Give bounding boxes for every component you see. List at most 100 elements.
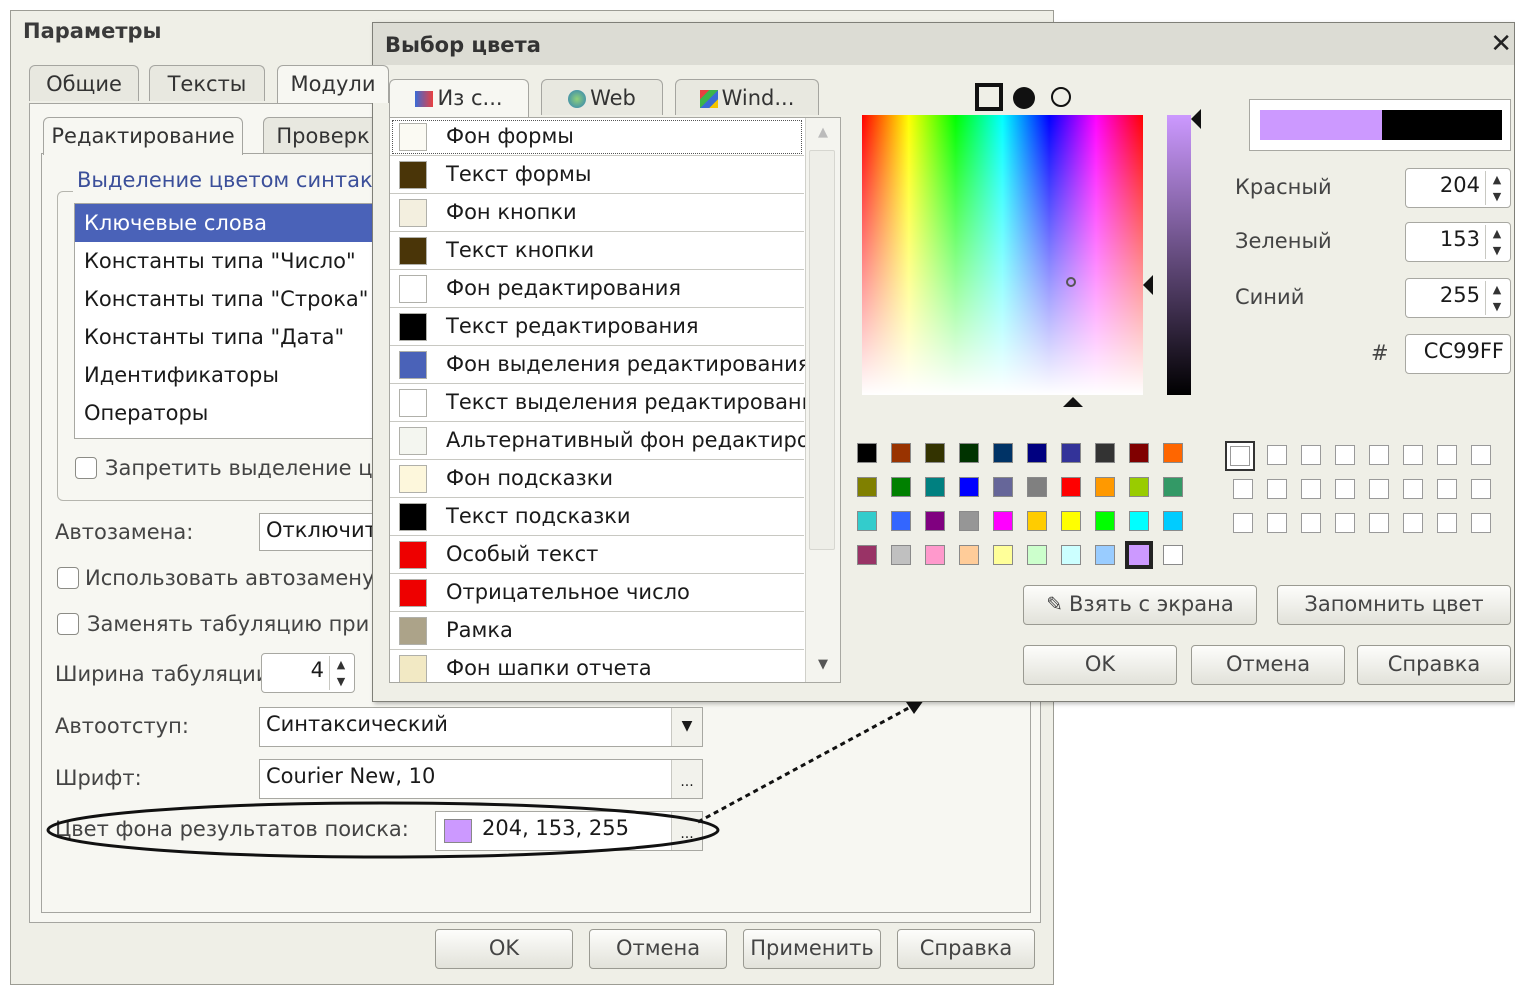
list-item[interactable]: Текст выделения редактирования <box>390 384 828 422</box>
palette-swatch[interactable] <box>1027 477 1047 497</box>
list-item[interactable]: Рамка <box>390 612 804 650</box>
palette-swatch[interactable] <box>959 443 979 463</box>
scroll-down-icon[interactable]: ▼ <box>806 650 840 680</box>
palette-swatch[interactable] <box>1095 443 1115 463</box>
tab-modules[interactable]: Модули <box>277 65 389 103</box>
custom-color-slot[interactable] <box>1403 445 1423 465</box>
square-mode-icon[interactable] <box>975 83 1003 111</box>
palette-swatch[interactable] <box>1163 545 1183 565</box>
spectrum-right-marker-icon[interactable] <box>1143 275 1153 295</box>
custom-color-slot[interactable] <box>1301 513 1321 533</box>
scroll-thumb[interactable] <box>809 150 835 550</box>
palette-swatch-selected[interactable] <box>1125 541 1153 569</box>
custom-color-slot[interactable] <box>1301 445 1321 465</box>
palette-swatch[interactable] <box>959 511 979 531</box>
style-color-list[interactable]: Фон формы Текст формы Фон кнопки Текст к… <box>389 117 841 683</box>
custom-color-slot[interactable] <box>1403 513 1423 533</box>
palette-swatch[interactable] <box>1061 545 1081 565</box>
list-item[interactable]: Фон кнопки <box>390 194 804 232</box>
blue-stepper[interactable]: 255 ▲ ▼ <box>1405 278 1511 318</box>
custom-color-slot[interactable] <box>1471 445 1491 465</box>
custom-color-slot[interactable] <box>1335 445 1355 465</box>
palette-swatch[interactable] <box>1163 443 1183 463</box>
scroll-up-icon[interactable]: ▲ <box>806 118 840 148</box>
palette-swatch[interactable] <box>1095 477 1115 497</box>
custom-color-slot[interactable] <box>1335 513 1355 533</box>
spin-arrows-icon[interactable]: ▲ ▼ <box>1485 225 1508 259</box>
color-help-button[interactable]: Справка <box>1357 645 1511 685</box>
custom-color-slot[interactable] <box>1403 479 1423 499</box>
palette-swatch[interactable] <box>1129 477 1149 497</box>
palette-swatch[interactable] <box>1061 477 1081 497</box>
palette-swatch[interactable] <box>1061 443 1081 463</box>
palette-swatch[interactable] <box>925 443 945 463</box>
custom-color-slot[interactable] <box>1437 445 1457 465</box>
custom-color-slot[interactable] <box>1471 513 1491 533</box>
list-item[interactable]: Фон формы <box>390 118 804 156</box>
hex-input[interactable]: CC99FF <box>1405 334 1511 374</box>
list-item[interactable]: Отрицательное число <box>390 574 804 612</box>
palette-swatch[interactable] <box>891 511 911 531</box>
palette-swatch[interactable] <box>857 477 877 497</box>
remember-color-button[interactable]: Запомнить цвет <box>1277 585 1511 625</box>
palette-swatch[interactable] <box>993 477 1013 497</box>
palette-swatch[interactable] <box>993 545 1013 565</box>
custom-color-slot[interactable] <box>1437 479 1457 499</box>
list-item[interactable]: Альтернативный фон редактиро... <box>390 422 830 460</box>
palette-swatch[interactable] <box>857 511 877 531</box>
luminance-marker-icon[interactable] <box>1191 109 1201 129</box>
spin-arrows-icon[interactable]: ▲ ▼ <box>1485 281 1508 315</box>
custom-color-slot[interactable] <box>1267 445 1287 465</box>
custom-color-slot[interactable] <box>1233 513 1253 533</box>
list-scrollbar[interactable]: ▲ ▼ <box>805 118 840 682</box>
list-item[interactable]: Фон шапки отчета <box>390 650 804 682</box>
palette-swatch[interactable] <box>891 477 911 497</box>
palette-swatch[interactable] <box>1027 443 1047 463</box>
palette-swatch[interactable] <box>1027 511 1047 531</box>
palette-swatch[interactable] <box>1061 511 1081 531</box>
palette-swatch[interactable] <box>993 511 1013 531</box>
palette-swatch[interactable] <box>959 545 979 565</box>
custom-color-slot[interactable] <box>1233 479 1253 499</box>
palette-swatch[interactable] <box>891 443 911 463</box>
custom-color-slot[interactable] <box>1267 479 1287 499</box>
list-item[interactable]: Фон редактирования <box>390 270 804 308</box>
empty-circle-icon[interactable] <box>1051 87 1071 107</box>
palette-swatch[interactable] <box>857 443 877 463</box>
custom-color-slot[interactable] <box>1335 479 1355 499</box>
tab-windows[interactable]: Wind... <box>675 79 819 115</box>
luminance-bar[interactable] <box>1167 115 1191 395</box>
palette-swatch[interactable] <box>1129 443 1149 463</box>
palette-swatch[interactable] <box>959 477 979 497</box>
palette-swatch[interactable] <box>925 545 945 565</box>
green-stepper[interactable]: 153 ▲ ▼ <box>1405 222 1511 262</box>
close-icon[interactable]: ✕ <box>1490 29 1512 59</box>
palette-swatch[interactable] <box>1095 545 1115 565</box>
palette-swatch[interactable] <box>925 477 945 497</box>
subtab-editing[interactable]: Редактирование <box>43 117 243 155</box>
palette-swatch[interactable] <box>1027 545 1047 565</box>
palette-swatch[interactable] <box>993 443 1013 463</box>
custom-color-slot[interactable] <box>1369 479 1389 499</box>
color-cancel-button[interactable]: Отмена <box>1191 645 1345 685</box>
tab-from-style[interactable]: Из с... <box>389 79 529 117</box>
list-item[interactable]: Текст редактирования <box>390 308 804 346</box>
spin-arrows-icon[interactable]: ▲ ▼ <box>1485 171 1508 205</box>
palette-swatch[interactable] <box>1163 511 1183 531</box>
spectrum-bottom-marker-icon[interactable] <box>1063 397 1083 407</box>
spectrum-cursor-icon[interactable] <box>1066 277 1076 287</box>
list-item[interactable]: Текст формы <box>390 156 804 194</box>
color-ok-button[interactable]: OK <box>1023 645 1177 685</box>
list-item[interactable]: Текст кнопки <box>390 232 804 270</box>
color-spectrum[interactable] <box>862 115 1143 395</box>
custom-color-slot[interactable] <box>1267 513 1287 533</box>
palette-swatch[interactable] <box>1163 477 1183 497</box>
list-item[interactable]: Текст подсказки <box>390 498 804 536</box>
palette-swatch[interactable] <box>891 545 911 565</box>
filled-circle-icon[interactable] <box>1013 87 1035 109</box>
tab-web[interactable]: Web <box>541 79 663 115</box>
custom-color-slot[interactable] <box>1369 513 1389 533</box>
custom-color-slot[interactable] <box>1301 479 1321 499</box>
custom-color-slot[interactable] <box>1437 513 1457 533</box>
list-item[interactable]: Особый текст <box>390 536 804 574</box>
